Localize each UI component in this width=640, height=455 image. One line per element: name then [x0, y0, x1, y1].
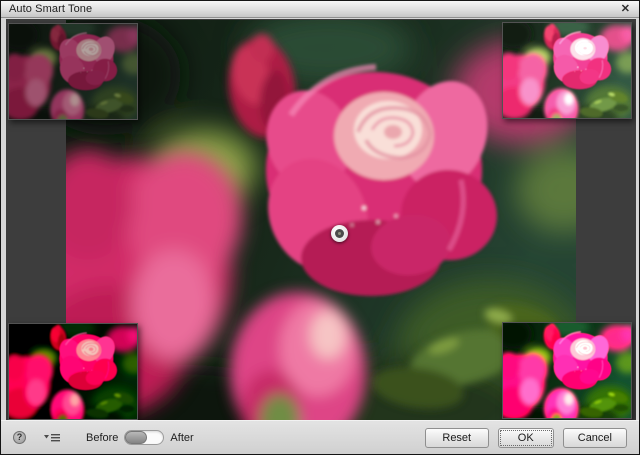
close-icon[interactable]: ✕ [619, 2, 632, 17]
dialog-title: Auto Smart Tone [1, 3, 92, 15]
ok-button[interactable]: OK [498, 428, 554, 448]
thumbnail-bottom-right-art [503, 323, 631, 418]
after-label: After [170, 432, 193, 444]
toggle-knob[interactable] [125, 431, 147, 444]
thumbnail-bottom-right[interactable] [502, 322, 632, 419]
main-preview-image[interactable] [66, 20, 576, 422]
thumbnail-bottom-left[interactable] [8, 323, 138, 420]
auto-smart-tone-dialog: Auto Smart Tone ✕ ? [0, 0, 640, 455]
flyout-menu-icon[interactable] [44, 432, 60, 443]
joystick-ring [335, 229, 344, 238]
dialog-footer: ? Before After Reset OK Cancel [1, 420, 639, 454]
help-icon[interactable]: ? [13, 431, 26, 444]
preview-area [6, 19, 636, 422]
before-label: Before [86, 432, 118, 444]
rose-photo-art [66, 20, 576, 422]
thumbnail-top-left[interactable] [8, 23, 138, 120]
thumbnail-bottom-left-art [9, 324, 137, 419]
thumbnail-top-right[interactable] [502, 22, 632, 119]
thumbnail-top-left-art [9, 24, 137, 119]
reset-button[interactable]: Reset [425, 428, 489, 448]
joystick-center [338, 232, 341, 235]
before-after-toggle[interactable] [124, 430, 164, 445]
window-titlebar[interactable]: Auto Smart Tone ✕ [1, 1, 639, 18]
joystick-handle[interactable] [331, 225, 348, 242]
thumbnail-top-right-art [503, 23, 631, 118]
cancel-button[interactable]: Cancel [563, 428, 627, 448]
